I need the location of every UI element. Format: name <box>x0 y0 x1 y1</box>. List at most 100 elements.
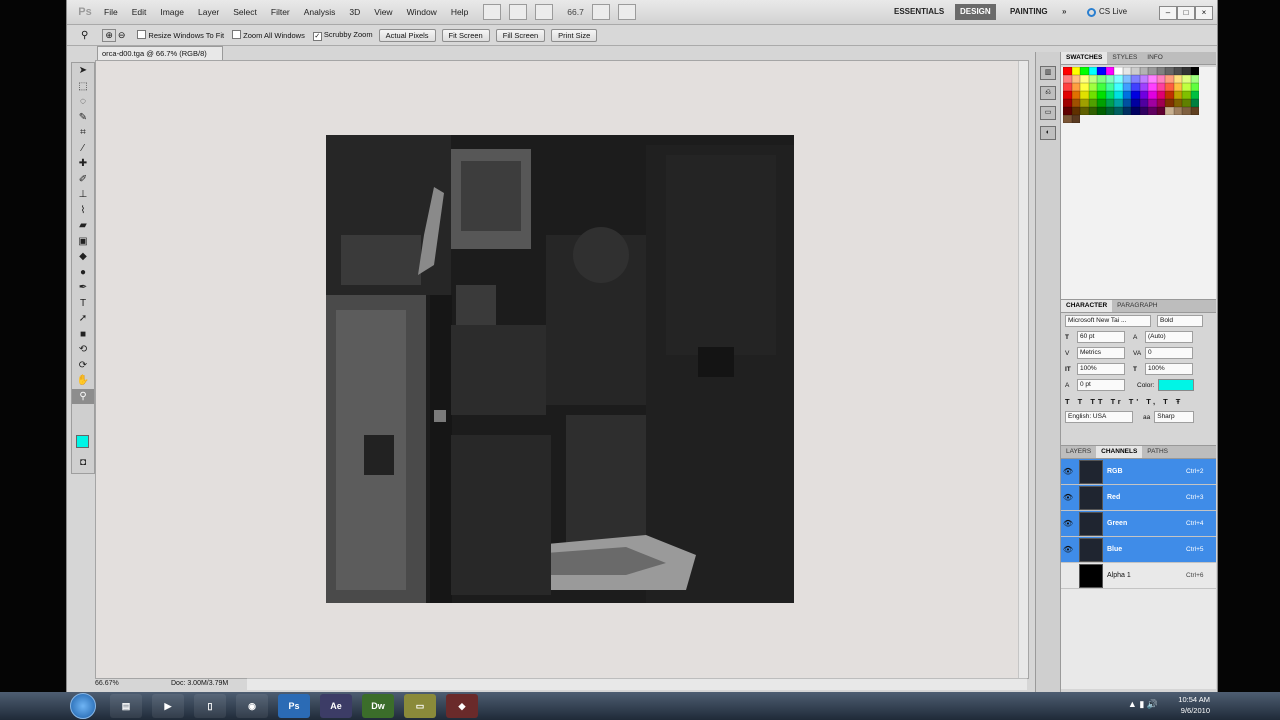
color-swatch[interactable] <box>1148 99 1157 107</box>
color-swatch[interactable] <box>1114 67 1123 75</box>
zoom-tool-icon[interactable]: ⚲ <box>81 30 88 41</box>
color-swatch[interactable] <box>1071 67 1080 75</box>
color-swatch[interactable] <box>1071 75 1080 83</box>
zoom-out-icon[interactable]: ⊖ <box>118 30 126 41</box>
color-swatch[interactable] <box>1173 75 1182 83</box>
resize-windows-checkbox[interactable]: Resize Windows To Fit <box>137 30 224 40</box>
eyedropper-tool-icon[interactable]: ⁄ <box>72 141 94 157</box>
history-icon[interactable]: ⎌ <box>1040 86 1056 100</box>
kerning-field[interactable]: Metrics <box>1077 347 1125 359</box>
move-tool-icon[interactable]: ➤ <box>72 63 94 79</box>
channel-rgb[interactable]: 👁 RGB Ctrl+2 <box>1061 459 1216 485</box>
menu-select[interactable]: Select <box>226 7 264 17</box>
color-swatch[interactable] <box>1080 99 1089 107</box>
menu-filter[interactable]: Filter <box>264 7 297 17</box>
taskbar-chrome-icon[interactable]: ◉ <box>236 694 268 718</box>
color-swatch[interactable] <box>1148 83 1157 91</box>
status-doc-size[interactable]: Doc: 3.00M/3.79M <box>171 678 228 690</box>
color-swatch[interactable] <box>1080 67 1089 75</box>
color-swatch[interactable] <box>1190 83 1199 91</box>
color-swatch[interactable] <box>1139 83 1148 91</box>
tab-swatches[interactable]: SWATCHES <box>1061 52 1108 64</box>
color-swatch[interactable] <box>1088 67 1097 75</box>
font-size-field[interactable]: 60 pt <box>1077 331 1125 343</box>
visibility-eye-icon[interactable]: 👁 <box>1061 493 1075 502</box>
color-swatch[interactable] <box>1190 67 1199 75</box>
menu-window[interactable]: Window <box>400 7 444 17</box>
vertical-scrollbar[interactable] <box>1018 61 1028 678</box>
system-clock[interactable]: 10:54 AM 9/6/2010 <box>1178 694 1210 716</box>
pen-tool-icon[interactable]: ✒ <box>72 280 94 296</box>
color-swatch[interactable] <box>1080 83 1089 91</box>
crop-tool-icon[interactable]: ⌗ <box>72 125 94 141</box>
color-swatch[interactable] <box>1114 107 1123 115</box>
fill-screen-button[interactable]: Fill Screen <box>495 28 546 42</box>
taskbar-app-icon[interactable]: ◆ <box>446 694 478 718</box>
color-swatch[interactable] <box>1105 99 1114 107</box>
taskbar-photoshop-icon[interactable]: Ps <box>278 694 310 718</box>
channel-blue[interactable]: 👁 Blue Ctrl+5 <box>1061 537 1216 563</box>
text-color-swatch[interactable] <box>1158 379 1195 391</box>
font-style-select[interactable]: Bold <box>1157 315 1203 327</box>
start-button[interactable] <box>70 693 96 719</box>
arrange-documents-icon[interactable] <box>591 4 610 20</box>
color-swatch[interactable] <box>1097 67 1106 75</box>
type-tool-icon[interactable]: T <box>72 296 94 312</box>
color-swatch[interactable] <box>1182 75 1191 83</box>
shape-tool-icon[interactable]: ■ <box>72 327 94 343</box>
taskbar-notes-icon[interactable]: ▭ <box>404 694 436 718</box>
color-swatch[interactable] <box>1190 107 1199 115</box>
color-swatch[interactable] <box>1088 99 1097 107</box>
eraser-tool-icon[interactable]: ▰ <box>72 218 94 234</box>
color-swatch[interactable] <box>1131 67 1140 75</box>
color-swatch[interactable] <box>1173 83 1182 91</box>
tab-character[interactable]: CHARACTER <box>1061 300 1113 312</box>
color-swatch[interactable] <box>1114 99 1123 107</box>
color-swatch[interactable] <box>1173 91 1182 99</box>
color-swatch[interactable] <box>1148 91 1157 99</box>
color-swatch[interactable] <box>1105 75 1114 83</box>
color-swatch[interactable] <box>1063 75 1072 83</box>
menu-help[interactable]: Help <box>444 7 475 17</box>
tab-info[interactable]: INFO <box>1142 52 1168 64</box>
color-swatch[interactable] <box>1105 107 1114 115</box>
color-swatch[interactable] <box>1173 99 1182 107</box>
channel-alpha-1[interactable]: Alpha 1 Ctrl+6 <box>1061 563 1216 589</box>
3d-orbit-tool-icon[interactable]: ⟳ <box>72 358 94 374</box>
color-swatch[interactable] <box>1088 83 1097 91</box>
print-size-button[interactable]: Print Size <box>551 28 598 42</box>
workspace-essentials[interactable]: ESSENTIALS <box>889 4 949 20</box>
taskbar-doc-icon[interactable]: ▯ <box>194 694 226 718</box>
color-swatch[interactable] <box>1165 91 1174 99</box>
histogram-icon[interactable]: ▥ <box>1040 66 1056 80</box>
blur-tool-icon[interactable]: ◆ <box>72 249 94 265</box>
color-swatch[interactable] <box>1173 67 1182 75</box>
color-swatch[interactable] <box>1063 83 1072 91</box>
color-swatch[interactable] <box>1105 67 1114 75</box>
color-swatch[interactable] <box>1080 75 1089 83</box>
channel-green[interactable]: 👁 Green Ctrl+4 <box>1061 511 1216 537</box>
hand-tool-icon[interactable]: ✋ <box>72 373 94 389</box>
color-swatch[interactable] <box>1156 67 1165 75</box>
color-swatch[interactable] <box>1131 91 1140 99</box>
close-button[interactable]: × <box>1195 6 1213 20</box>
menu-view[interactable]: View <box>367 7 399 17</box>
menu-edit[interactable]: Edit <box>125 7 154 17</box>
view-extras-icon[interactable] <box>535 4 554 20</box>
font-family-select[interactable]: Microsoft New Tai ... <box>1065 315 1151 327</box>
brush-tool-icon[interactable]: ✐ <box>72 172 94 188</box>
color-swatch[interactable] <box>1063 115 1072 123</box>
path-selection-tool-icon[interactable]: ➚ <box>72 311 94 327</box>
cs-live-button[interactable]: CS Live <box>1087 4 1127 20</box>
color-swatch[interactable] <box>1105 83 1114 91</box>
tab-paragraph[interactable]: PARAGRAPH <box>1112 300 1162 312</box>
tracking-field[interactable]: 0 <box>1145 347 1193 359</box>
color-swatch[interactable] <box>1139 67 1148 75</box>
tab-styles[interactable]: STYLES <box>1107 52 1142 64</box>
color-swatch[interactable] <box>1182 83 1191 91</box>
color-swatch[interactable] <box>1165 99 1174 107</box>
color-swatch[interactable] <box>1088 75 1097 83</box>
menu-3d[interactable]: 3D <box>342 7 367 17</box>
tab-layers[interactable]: LAYERS <box>1061 446 1096 458</box>
fit-screen-button[interactable]: Fit Screen <box>441 28 490 42</box>
